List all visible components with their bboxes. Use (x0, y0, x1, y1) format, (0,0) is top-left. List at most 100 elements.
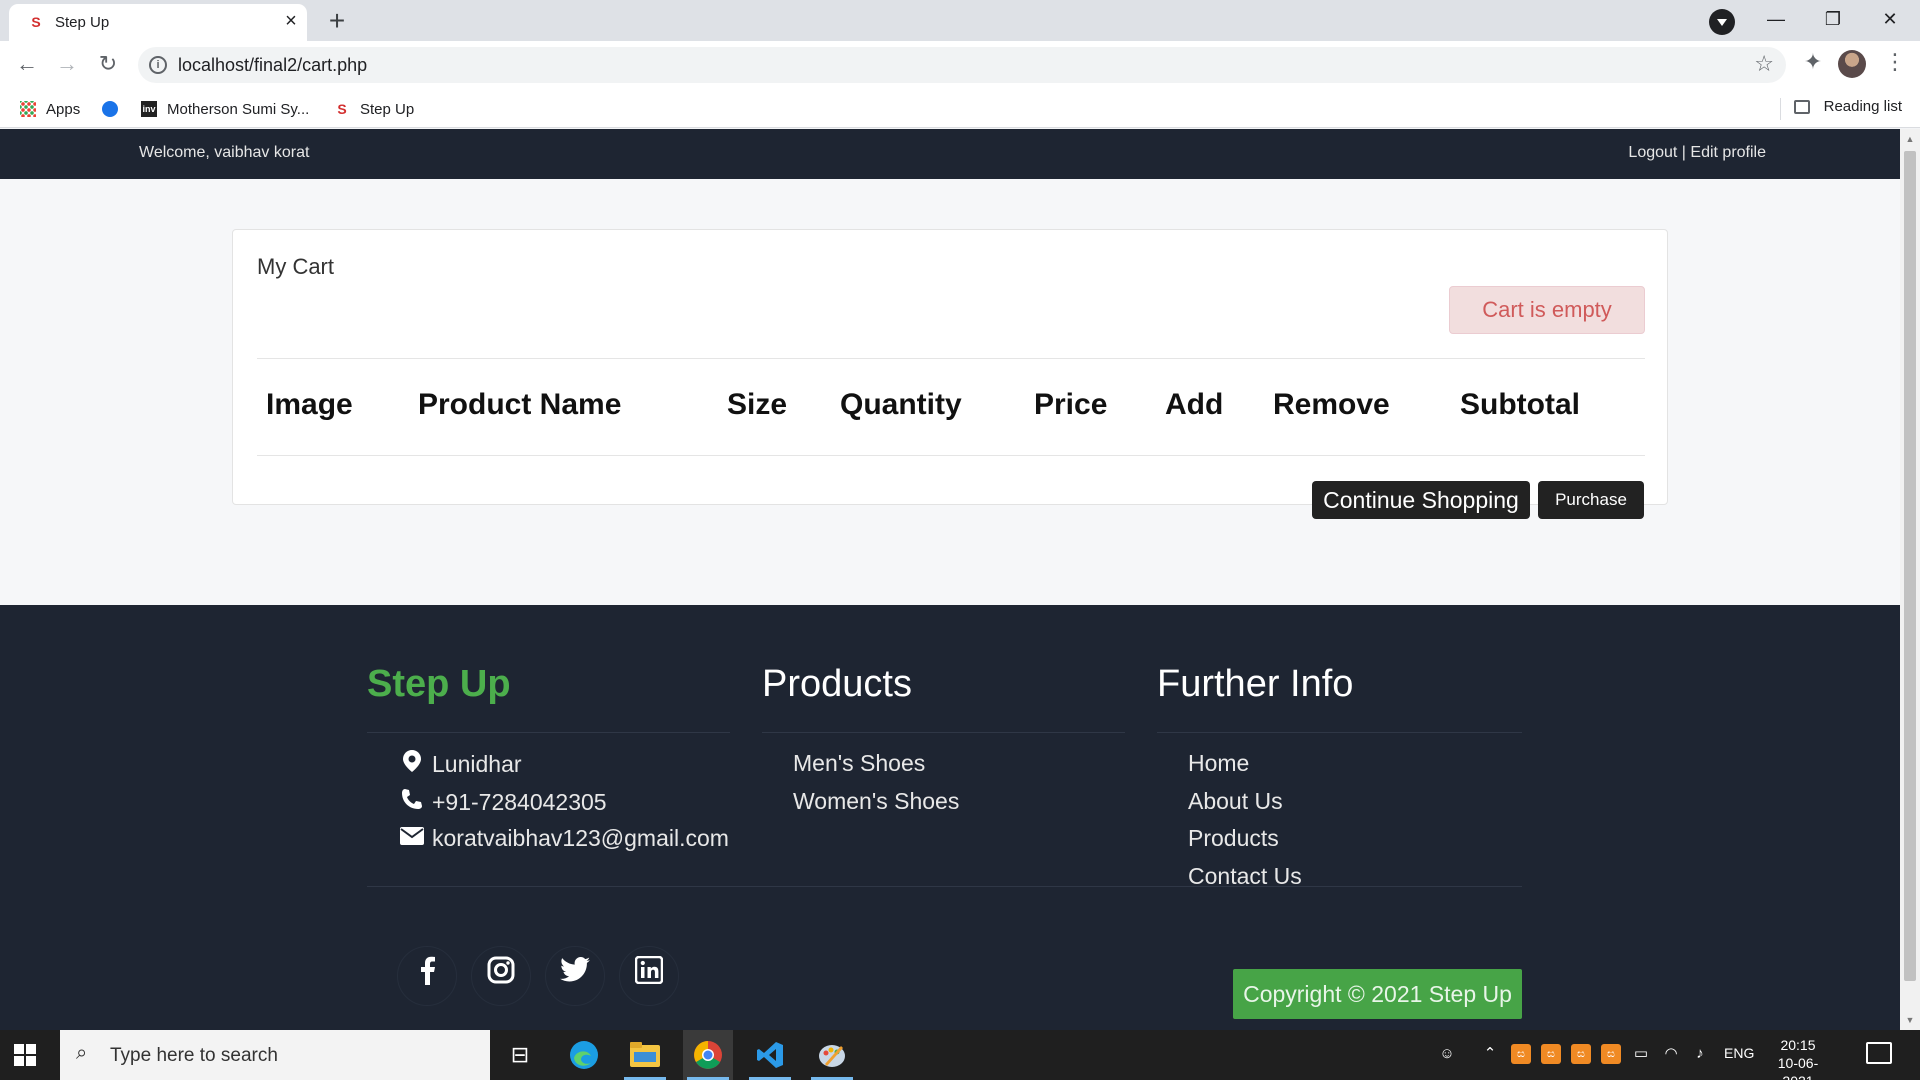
browser-tab[interactable]: S Step Up × (9, 4, 307, 41)
search-placeholder: Type here to search (110, 1045, 278, 1066)
phone-icon (400, 788, 424, 816)
windows-start-icon[interactable] (14, 1044, 36, 1066)
column-header-subtotal: Subtotal (1460, 388, 1580, 421)
battery-icon[interactable]: ▭ (1631, 1044, 1651, 1064)
reading-list-label: Reading list (1823, 98, 1902, 115)
bookmark-star-icon[interactable]: ☆ (1754, 51, 1774, 77)
language-indicator[interactable]: ENG (1724, 1045, 1754, 1061)
xampp-tray-icon[interactable]: ස (1511, 1044, 1531, 1064)
tab-search-icon[interactable] (1709, 9, 1735, 35)
clock-date: 10-06-2021 (1777, 1055, 1819, 1080)
account-links: Logout | Edit profile (1628, 144, 1766, 162)
map-pin-icon (400, 750, 424, 778)
footer-link-home[interactable]: Home (1188, 750, 1249, 777)
purchase-button[interactable]: Purchase (1538, 481, 1644, 519)
bookmark-motherson[interactable]: inv Motherson Sumi Sy... (141, 98, 309, 120)
show-hidden-icons-chevron-up-icon[interactable]: ⌃ (1480, 1044, 1500, 1064)
column-header-price: Price (1034, 388, 1108, 421)
footer-link-mens-shoes[interactable]: Men's Shoes (793, 750, 925, 777)
divider (367, 886, 1522, 887)
people-icon[interactable]: ☺ (1437, 1044, 1457, 1064)
xampp-tray-icon[interactable]: ස (1571, 1044, 1591, 1064)
bookmark-rocket[interactable] (102, 98, 128, 120)
footer-link-womens-shoes[interactable]: Women's Shoes (793, 788, 959, 815)
back-arrow-icon[interactable]: ← (10, 47, 44, 81)
minimize-icon[interactable]: — (1753, 3, 1799, 35)
notifications-icon[interactable] (1866, 1042, 1892, 1064)
column-header-remove: Remove (1273, 388, 1390, 421)
apps-grid-icon (20, 101, 36, 117)
footer-brand: Step Up (367, 663, 511, 705)
wifi-icon[interactable]: ◠ (1661, 1044, 1681, 1064)
close-tab-icon[interactable]: × (281, 11, 301, 31)
site-top-nav: Welcome, vaibhav korat Logout | Edit pro… (0, 129, 1900, 179)
logout-link[interactable]: Logout (1628, 144, 1677, 161)
volume-icon[interactable]: ♪ (1690, 1044, 1710, 1064)
close-window-icon[interactable]: ✕ (1867, 3, 1913, 35)
rocket-icon (102, 101, 118, 117)
scroll-up-arrow-icon[interactable]: ▲ (1904, 133, 1916, 145)
edge-browser-icon[interactable] (559, 1030, 609, 1080)
twitter-icon[interactable] (545, 946, 605, 1006)
footer-products-heading: Products (762, 663, 912, 705)
new-tab-button[interactable]: + (319, 5, 355, 37)
vscode-icon[interactable] (745, 1030, 795, 1080)
divider (257, 358, 1645, 359)
chrome-browser-icon[interactable] (683, 1030, 733, 1080)
column-header-quantity: Quantity (840, 388, 962, 421)
bookmark-label: Motherson Sumi Sy... (167, 100, 310, 118)
profile-avatar[interactable] (1838, 50, 1866, 78)
facebook-icon[interactable] (397, 946, 457, 1006)
address-bar[interactable]: i localhost/final2/cart.php ☆ (138, 47, 1786, 83)
extensions-puzzle-icon[interactable]: ✦ (1798, 47, 1828, 77)
column-header-size: Size (727, 388, 788, 421)
bookmarks-divider (1780, 98, 1781, 120)
divider (762, 732, 1125, 733)
search-icon: ⌕ (76, 1042, 88, 1064)
task-view-icon[interactable]: ⊟ (495, 1030, 545, 1080)
divider (257, 455, 1645, 456)
page-scrollbar[interactable]: ▲ ▼ (1900, 129, 1920, 1030)
cart-panel: My Cart Cart is empty Image Product Name… (232, 229, 1668, 519)
divider (367, 732, 730, 733)
site-footer: Step Up Lunidhar +91-7284042305 koratvai… (0, 605, 1900, 1030)
browser-menu-icon[interactable]: ⋮ (1880, 47, 1910, 77)
reload-icon[interactable]: ↻ (91, 47, 125, 81)
site-info-icon[interactable]: i (149, 56, 167, 74)
xampp-tray-icon[interactable]: ස (1541, 1044, 1561, 1064)
address-toolbar: ← → ↻ i localhost/final2/cart.php ☆ (0, 41, 1920, 90)
footer-link-products[interactable]: Products (1188, 825, 1279, 852)
footer-email: koratvaibhav123@gmail.com (400, 825, 729, 852)
cart-title: My Cart (257, 254, 334, 279)
paint-app-icon[interactable] (807, 1030, 857, 1080)
welcome-text: Welcome, vaibhav korat (139, 144, 310, 161)
linkedin-icon[interactable] (619, 946, 679, 1006)
reading-list-button[interactable]: Reading list (1793, 98, 1902, 115)
envelope-icon (400, 826, 424, 851)
bookmark-stepup[interactable]: S Step Up (334, 98, 414, 120)
taskbar-search-input[interactable]: ⌕ Type here to search (60, 1030, 490, 1080)
instagram-icon[interactable] (471, 946, 531, 1006)
footer-link-about-us[interactable]: About Us (1188, 788, 1283, 815)
xampp-tray-icon[interactable]: ස (1601, 1044, 1621, 1064)
browser-tab-strip: S Step Up × + — ❐ ✕ (0, 0, 1920, 41)
tab-title: Step Up (55, 14, 110, 31)
forward-arrow-icon[interactable]: → (50, 47, 84, 81)
edit-profile-link[interactable]: Edit profile (1690, 144, 1766, 161)
file-explorer-icon[interactable] (620, 1030, 670, 1080)
stepup-favicon-icon: S (31, 14, 41, 30)
taskbar-clock[interactable]: 20:15 10-06-2021 (1766, 1036, 1830, 1080)
footer-info-heading: Further Info (1157, 663, 1354, 705)
column-header-image: Image (266, 388, 353, 421)
url-text: localhost/final2/cart.php (178, 55, 368, 75)
continue-shopping-button[interactable]: Continue Shopping (1312, 481, 1530, 519)
clock-time: 20:15 (1780, 1037, 1816, 1053)
bookmark-apps[interactable]: Apps (20, 98, 80, 120)
restore-icon[interactable]: ❐ (1810, 3, 1856, 35)
windows-taskbar: ⌕ Type here to search ⊟ ☺ ⌃ ස ස ස ස ▭ ◠ … (0, 1030, 1920, 1080)
scroll-thumb[interactable] (1904, 151, 1916, 981)
bookmark-label: Step Up (360, 100, 415, 118)
column-header-product-name: Product Name (418, 388, 622, 421)
cart-empty-alert: Cart is empty (1449, 286, 1645, 334)
scroll-down-arrow-icon[interactable]: ▼ (1904, 1014, 1916, 1026)
